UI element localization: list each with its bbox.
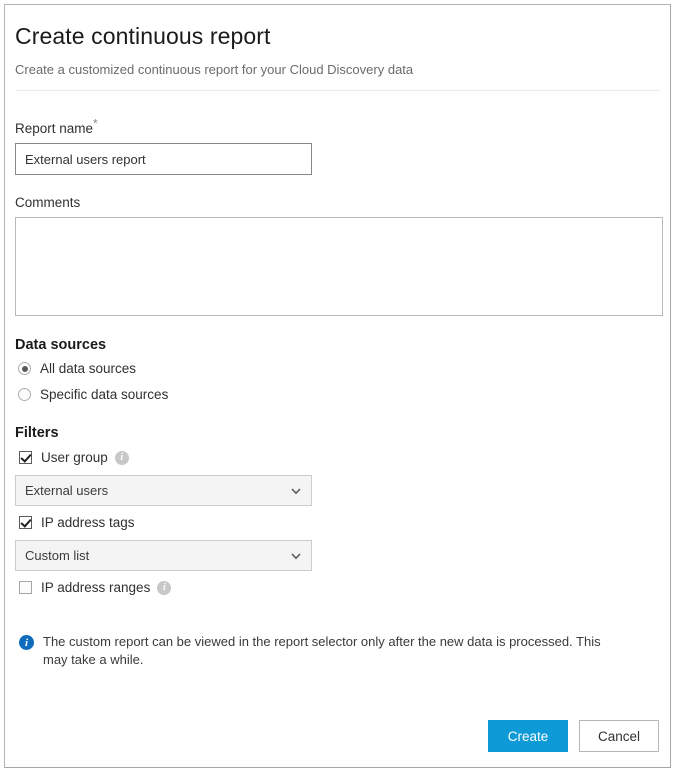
checkbox-ip-address-tags-label: IP address tags [41,515,135,530]
filters-heading: Filters [15,425,660,441]
checkbox-user-group-label: User group [41,450,108,465]
info-note: i The custom report can be viewed in the… [15,598,660,669]
checkbox-checked-icon [19,451,32,464]
user-group-dropdown-value: External users [25,483,108,498]
user-group-info-icon[interactable]: i [115,451,129,465]
ip-address-tags-dropdown[interactable]: Custom list [15,540,312,571]
report-name-label: Report name* [15,121,660,136]
ip-address-ranges-info-icon[interactable]: i [157,581,171,595]
dialog-actions: Create Cancel [488,720,659,752]
filters-section: Filters User group i External users IP a… [15,405,660,598]
radio-all-data-sources[interactable]: All data sources [15,358,660,379]
data-sources-section: Data sources All data sources Specific d… [15,316,660,405]
comments-field-group: Comments [15,175,660,316]
checkbox-unchecked-icon [19,581,32,594]
create-button[interactable]: Create [488,720,568,752]
radio-specific-data-sources[interactable]: Specific data sources [15,384,660,405]
screenshot-viewport: Create continuous report Create a custom… [0,0,677,774]
radio-all-data-sources-label: All data sources [40,361,136,376]
chevron-down-icon [291,553,300,559]
ip-address-tags-dropdown-value: Custom list [25,548,89,563]
report-name-field-group: Report name* [15,91,660,175]
create-continuous-report-dialog: Create continuous report Create a custom… [4,4,671,768]
checkbox-checked-icon [19,516,32,529]
radio-selected-icon [18,362,31,375]
checkbox-ip-address-tags[interactable]: IP address tags [15,512,660,533]
checkbox-ip-address-ranges[interactable]: IP address ranges i [15,577,660,598]
user-group-dropdown[interactable]: External users [15,475,312,506]
comments-textarea[interactable] [15,217,663,316]
info-note-text: The custom report can be viewed in the r… [43,633,603,669]
radio-specific-data-sources-label: Specific data sources [40,387,168,402]
page-subtitle: Create a customized continuous report fo… [15,50,660,77]
checkbox-user-group[interactable]: User group i [15,447,660,468]
cancel-button[interactable]: Cancel [579,720,659,752]
info-circle-icon: i [19,635,34,650]
report-name-input[interactable] [15,143,312,175]
data-sources-heading: Data sources [15,337,660,353]
comments-label: Comments [15,195,660,210]
required-asterisk: * [93,117,98,131]
chevron-down-icon [291,488,300,494]
page-title: Create continuous report [15,5,660,50]
report-name-label-text: Report name [15,121,93,136]
radio-unselected-icon [18,388,31,401]
checkbox-ip-address-ranges-label: IP address ranges [41,580,150,595]
